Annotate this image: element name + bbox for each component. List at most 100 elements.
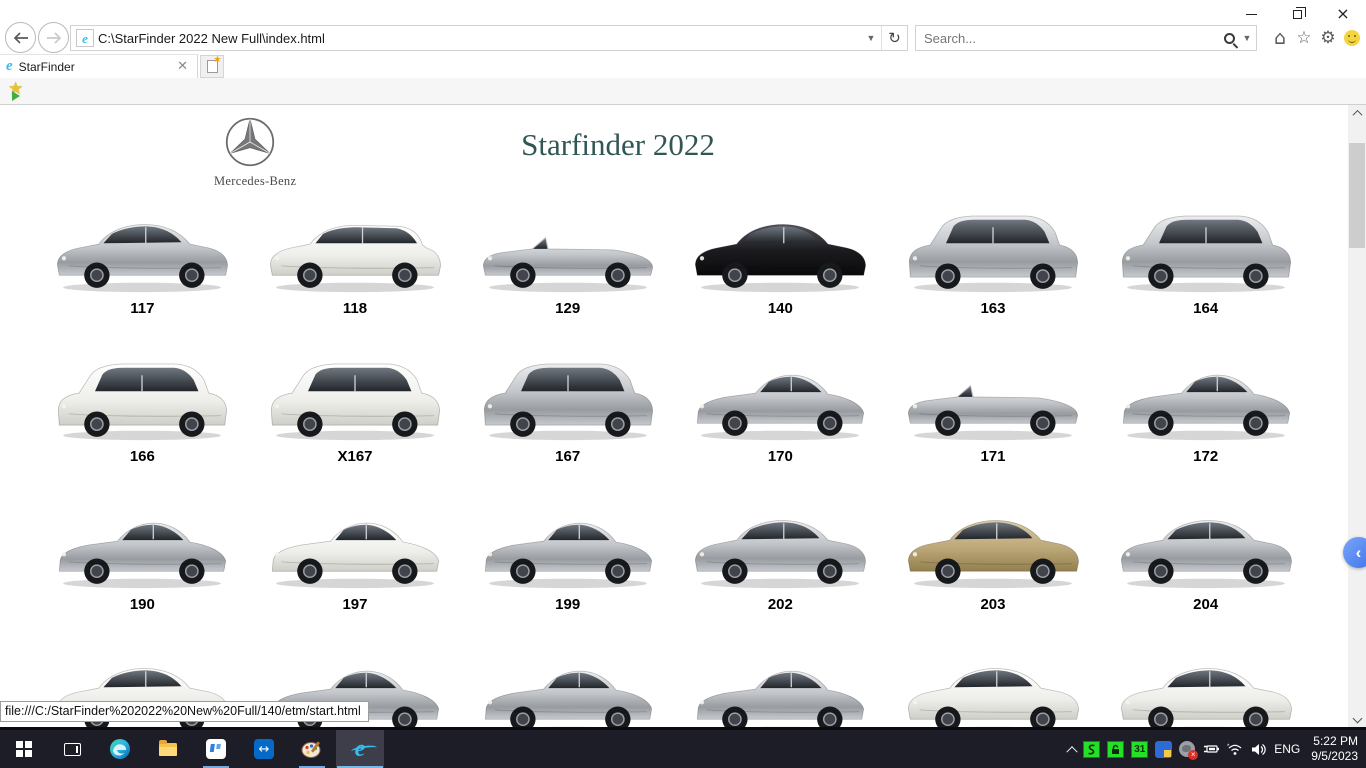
car-model-204[interactable]: 204 <box>1099 488 1312 636</box>
search-input[interactable] <box>916 31 1224 46</box>
favorites-bar: ★ <box>0 78 1366 105</box>
taskbar-trello-app-button[interactable] <box>192 730 240 768</box>
power-plug-icon[interactable] <box>1202 741 1219 758</box>
car-model-190[interactable]: 190 <box>36 488 249 636</box>
teamviewer-icon: ↔ <box>254 739 274 759</box>
car-photo <box>474 492 662 594</box>
car-photo <box>48 196 236 298</box>
car-model-117[interactable]: 117 <box>36 192 249 340</box>
smiley-feedback-icon[interactable] <box>1340 26 1364 50</box>
address-input[interactable] <box>98 26 861 50</box>
green-lock-icon[interactable] <box>1107 741 1124 758</box>
car-photo <box>899 640 1087 727</box>
taskbar-teamviewer-button[interactable]: ↔ <box>240 730 288 768</box>
car-model-label: 203 <box>980 596 1005 620</box>
car-photo <box>474 344 662 446</box>
wifi-icon[interactable]: * <box>1226 741 1243 758</box>
tab-close-icon[interactable]: ✕ <box>174 59 191 74</box>
clock[interactable]: 5:22 PM 9/5/2023 <box>1307 734 1358 764</box>
favorites-star-icon[interactable]: ☆ <box>1292 26 1316 50</box>
taskbar-paint-button[interactable] <box>288 730 336 768</box>
car-photo <box>686 640 874 727</box>
search-icon[interactable] <box>1224 33 1235 44</box>
car-model-172[interactable]: 172 <box>1099 340 1312 488</box>
car-model-170[interactable]: 170 <box>674 340 887 488</box>
language-indicator[interactable]: ENG <box>1274 742 1300 756</box>
car-photo <box>1112 640 1300 727</box>
car-model-label: X167 <box>337 448 372 472</box>
car-model-label: 118 <box>343 300 367 324</box>
car-model-166[interactable]: 166 <box>36 340 249 488</box>
volume-icon[interactable] <box>1250 741 1267 758</box>
back-arrow-icon <box>13 32 29 44</box>
restore-icon <box>1293 10 1302 19</box>
car-photo <box>1112 492 1300 594</box>
car-model-label: 170 <box>768 448 793 472</box>
car-model-203[interactable]: 203 <box>887 488 1100 636</box>
back-button[interactable] <box>5 22 36 53</box>
new-tab-icon <box>207 60 218 73</box>
scroll-up-button[interactable] <box>1348 105 1366 122</box>
windows-taskbar: ↔ e 31 * ENG 5:22 PM <box>0 730 1366 768</box>
address-dropdown-icon[interactable]: ▼ <box>861 26 881 50</box>
tray-date: 9/5/2023 <box>1311 749 1358 764</box>
car-model-label: 140 <box>768 300 793 324</box>
car-model-197[interactable]: 197 <box>249 488 462 636</box>
taskbar-file-explorer-button[interactable] <box>144 730 192 768</box>
side-panel-toggle-button[interactable]: ‹ <box>1343 537 1366 568</box>
navigation-bar: e ▼ ↻ ▼ ⌂ ☆ ⚙ <box>0 22 1366 54</box>
taskbar-internet-explorer-button[interactable]: e <box>336 730 384 768</box>
car-model-140[interactable]: 140 <box>674 192 887 340</box>
minimize-button[interactable] <box>1228 0 1274 28</box>
start-button[interactable] <box>0 730 48 768</box>
windows-logo-icon <box>16 741 32 757</box>
add-to-favorites-bar-icon[interactable]: ★ <box>8 82 28 100</box>
car-model-partial[interactable] <box>674 636 887 727</box>
restore-button[interactable] <box>1274 0 1320 28</box>
globe-error-icon[interactable] <box>1179 741 1195 757</box>
new-tab-button[interactable] <box>200 55 224 78</box>
car-model-199[interactable]: 199 <box>461 488 674 636</box>
car-model-202[interactable]: 202 <box>674 488 887 636</box>
chevron-down-icon <box>1352 714 1362 724</box>
tab-starfinder[interactable]: e StarFinder ✕ <box>0 54 198 78</box>
chevron-left-icon: ‹ <box>1356 543 1362 563</box>
paint-icon <box>301 739 323 759</box>
forward-button[interactable] <box>38 22 69 53</box>
car-model-129[interactable]: 129 <box>461 192 674 340</box>
status-bar-link-preview: file:///C:/StarFinder%202022%20New%20Ful… <box>0 701 369 722</box>
task-view-button[interactable] <box>48 730 96 768</box>
browser-toolbar: ⌂ ☆ ⚙ <box>1268 25 1364 51</box>
car-model-164[interactable]: 164 <box>1099 192 1312 340</box>
vertical-scrollbar[interactable] <box>1348 105 1366 727</box>
home-icon[interactable]: ⌂ <box>1268 26 1292 50</box>
scrollbar-thumb[interactable] <box>1349 143 1365 248</box>
address-bar[interactable]: e ▼ ↻ <box>70 25 908 51</box>
car-photo <box>899 344 1087 446</box>
green-serial-icon[interactable] <box>1083 741 1100 758</box>
car-photo <box>686 492 874 594</box>
minimize-icon <box>1246 14 1257 15</box>
car-model-partial[interactable] <box>887 636 1100 727</box>
car-model-partial[interactable] <box>1099 636 1312 727</box>
vmware-icon[interactable] <box>1155 741 1172 758</box>
car-model-171[interactable]: 171 <box>887 340 1100 488</box>
tab-favicon-ie: e <box>6 59 13 74</box>
search-dropdown-icon[interactable]: ▼ <box>1238 33 1256 43</box>
car-model-167[interactable]: 167 <box>461 340 674 488</box>
settings-gear-icon[interactable]: ⚙ <box>1316 26 1340 50</box>
system-tray: 31 * ENG 5:22 PM 9/5/2023 <box>1068 730 1366 768</box>
refresh-icon[interactable]: ↻ <box>881 26 907 50</box>
car-model-118[interactable]: 118 <box>249 192 462 340</box>
car-photo <box>48 492 236 594</box>
taskbar-edge-button[interactable] <box>96 730 144 768</box>
search-box[interactable]: ▼ <box>915 25 1257 51</box>
car-model-label: 117 <box>130 300 154 324</box>
car-model-partial[interactable] <box>461 636 674 727</box>
green-calendar-icon[interactable]: 31 <box>1131 741 1148 758</box>
close-button[interactable]: × <box>1320 0 1366 28</box>
scroll-down-button[interactable] <box>1348 710 1366 727</box>
car-model-163[interactable]: 163 <box>887 192 1100 340</box>
car-model-X167[interactable]: X167 <box>249 340 462 488</box>
hidden-icons-chevron-up[interactable] <box>1067 746 1078 757</box>
